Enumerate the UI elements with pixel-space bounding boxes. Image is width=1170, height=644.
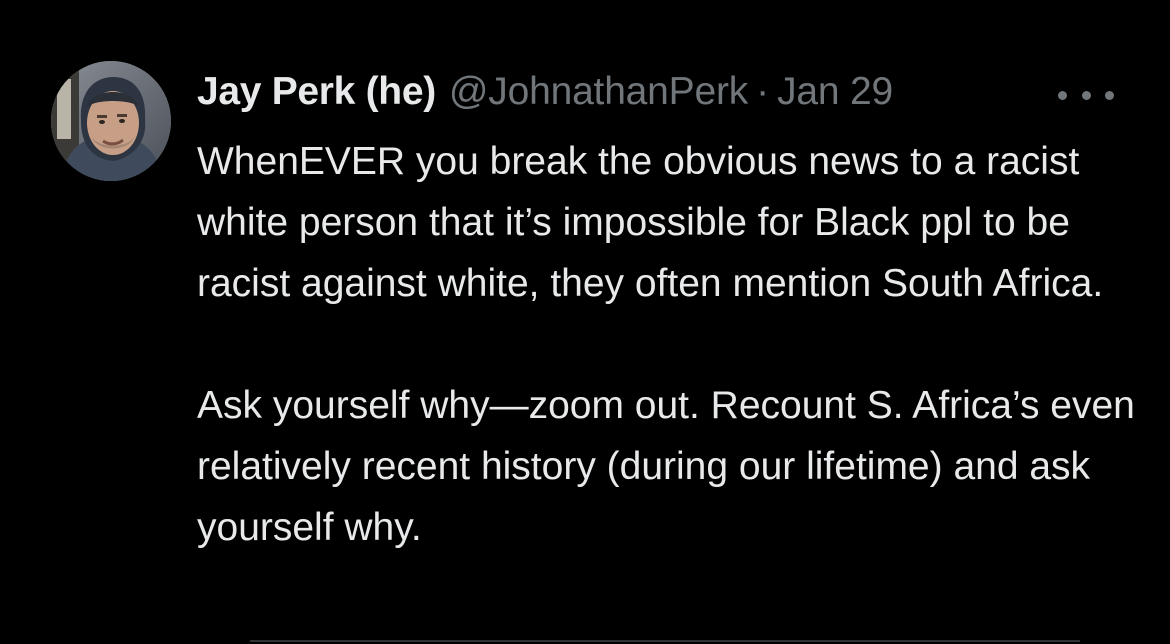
divider xyxy=(250,640,1080,642)
tweet-text: WhenEVER you break the obvious news to a… xyxy=(197,131,1137,558)
tweet-header: Jay Perk (he) @JohnathanPerk · Jan 29 xyxy=(197,66,893,118)
tweet-date[interactable]: Jan 29 xyxy=(777,66,893,118)
author-handle[interactable]: @JohnathanPerk xyxy=(449,66,748,118)
more-dot xyxy=(1058,90,1067,100)
tweet-paragraph: WhenEVER you break the obvious news to a… xyxy=(197,140,1104,305)
avatar[interactable] xyxy=(51,61,171,181)
more-dot xyxy=(1081,90,1091,100)
author-display-name[interactable]: Jay Perk (he) xyxy=(197,66,436,118)
tweet[interactable]: Jay Perk (he) @JohnathanPerk · Jan 29 Wh… xyxy=(0,0,1170,644)
more-dot xyxy=(1105,90,1114,100)
header-separator: · xyxy=(756,70,770,113)
more-horizontal-icon[interactable] xyxy=(1058,82,1114,108)
avatar-image xyxy=(51,61,171,181)
tweet-paragraph: Ask yourself why—zoom out. Recount S. Af… xyxy=(197,384,1135,549)
